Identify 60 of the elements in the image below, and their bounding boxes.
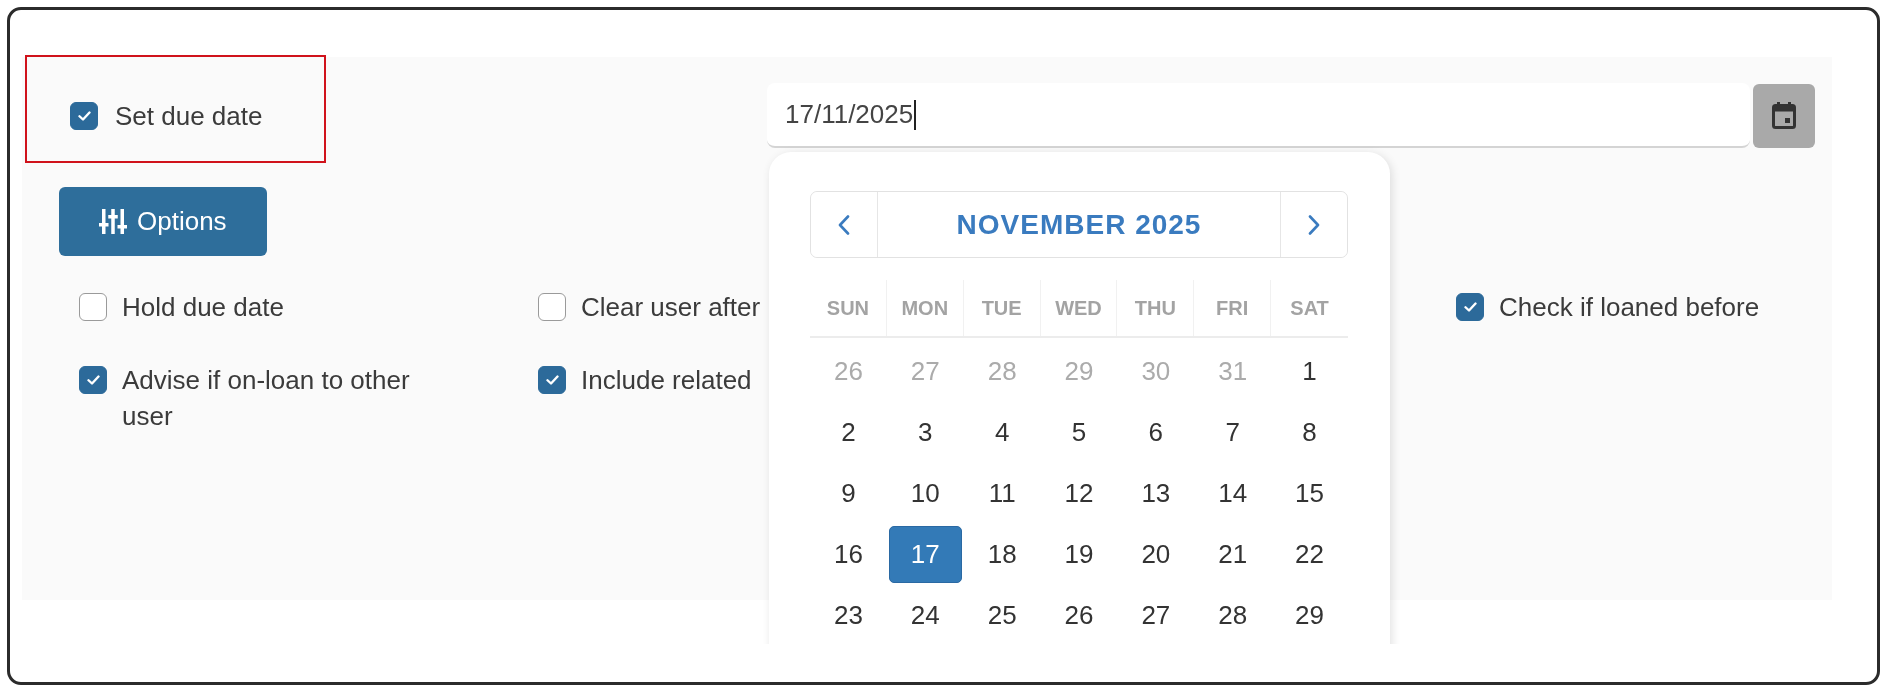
calendar-day[interactable]: 29 xyxy=(1273,587,1346,644)
checkbox[interactable] xyxy=(1456,293,1484,321)
sliders-icon xyxy=(99,209,127,234)
checkmark-icon xyxy=(86,375,100,385)
weekday-header: TUE xyxy=(981,296,1022,320)
calendar-day[interactable]: 4 xyxy=(965,404,1039,461)
options-button[interactable]: Options xyxy=(59,187,267,256)
checkmark-icon xyxy=(1463,302,1477,312)
weekday-header: MON xyxy=(901,296,949,320)
calendar-day[interactable]: 5 xyxy=(1042,404,1116,461)
calendar-day[interactable]: 18 xyxy=(965,526,1039,583)
calendar-day[interactable]: 10 xyxy=(888,465,962,522)
calendar-day[interactable]: 20 xyxy=(1119,526,1193,583)
calendar-day[interactable]: 23 xyxy=(812,587,885,644)
calendar-day[interactable]: 8 xyxy=(1273,404,1346,461)
calendar-day[interactable]: 24 xyxy=(888,587,962,644)
calendar-day[interactable]: 12 xyxy=(1042,465,1116,522)
checkbox-label: Advise if on-loan to other user xyxy=(122,364,411,433)
calendar-day[interactable]: 16 xyxy=(812,526,885,583)
calendar-day[interactable]: 13 xyxy=(1119,465,1193,522)
calendar-day[interactable]: 15 xyxy=(1273,465,1346,522)
calendar-day[interactable]: 2 xyxy=(812,404,885,461)
weekday-header: WED xyxy=(1055,296,1102,320)
calendar-day[interactable]: 27 xyxy=(1119,587,1193,644)
calendar-day[interactable]: 26 xyxy=(1042,587,1116,644)
calendar-day[interactable]: 21 xyxy=(1196,526,1270,583)
date-field[interactable]: 17/11/2025 xyxy=(767,83,1750,148)
calendar-day[interactable]: 6 xyxy=(1119,404,1193,461)
calendar-day[interactable]: 22 xyxy=(1273,526,1346,583)
calendar-day[interactable]: 7 xyxy=(1196,404,1270,461)
calendar-day[interactable]: 1 xyxy=(1273,343,1346,400)
weekday-header: THU xyxy=(1134,296,1176,320)
checkbox-label: Hold due date xyxy=(122,291,284,324)
calendar-day[interactable]: 25 xyxy=(965,587,1039,644)
calendar-button[interactable] xyxy=(1753,83,1815,148)
checkbox-label: Check if loaned before xyxy=(1499,291,1760,324)
weekday-header: FRI xyxy=(1216,296,1249,320)
checkbox[interactable] xyxy=(79,293,107,321)
calendar-day[interactable]: 14 xyxy=(1196,465,1270,522)
checkbox[interactable] xyxy=(79,366,107,394)
checkbox[interactable] xyxy=(70,101,98,130)
weekday-header: SUN xyxy=(826,296,870,320)
calendar-day[interactable]: 17 xyxy=(888,526,962,583)
calendar-day[interactable]: 3 xyxy=(888,404,962,461)
checkbox[interactable] xyxy=(538,293,566,321)
chevron-left-icon xyxy=(838,214,850,235)
chevron-right-icon xyxy=(1308,214,1320,235)
weekday-header: SAT xyxy=(1290,296,1329,320)
text-cursor xyxy=(914,99,917,130)
checkbox-label: Clear user after xyxy=(581,291,761,324)
checkmark-icon xyxy=(545,375,559,385)
calendar-day[interactable]: 9 xyxy=(812,465,885,522)
calendar-day[interactable]: 19 xyxy=(1042,526,1116,583)
checkbox-label: Include related xyxy=(581,364,752,397)
calendar-day[interactable]: 28 xyxy=(1196,587,1270,644)
calendar-day[interactable]: 11 xyxy=(965,465,1039,522)
calendar-icon xyxy=(1772,102,1796,129)
checkbox-label: Set due date xyxy=(115,99,263,133)
checkmark-icon xyxy=(77,110,91,121)
checkbox[interactable] xyxy=(538,366,566,394)
